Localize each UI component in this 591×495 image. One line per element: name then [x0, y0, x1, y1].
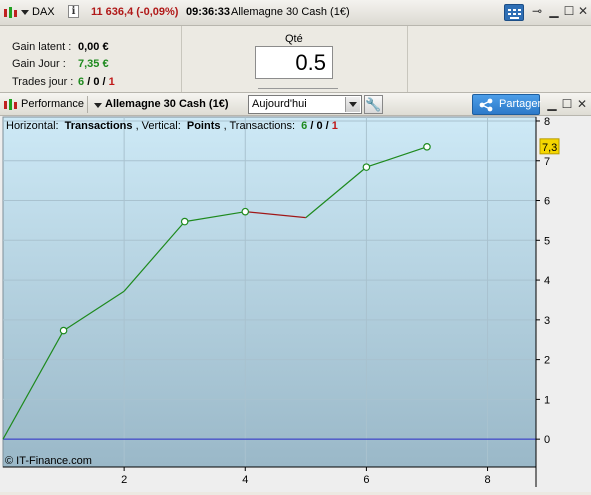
y-tick-label: 4 — [544, 275, 550, 287]
plot-area — [2, 116, 537, 468]
share-button-label: Partager — [499, 98, 542, 110]
y-tick-label: 6 — [544, 196, 550, 208]
market-selector[interactable]: Allemagne 30 Cash (1€) — [105, 98, 229, 110]
transactions-win: 6 — [301, 120, 307, 132]
data-point — [241, 207, 250, 216]
minimize-icon[interactable]: ▁ — [545, 97, 559, 111]
data-point — [59, 326, 68, 335]
performance-tab[interactable]: Performance — [21, 98, 84, 110]
gain-latent-value: 0,00 € — [78, 41, 109, 53]
share-button[interactable]: Partager — [472, 94, 542, 115]
trades-win-count: 6 — [78, 76, 85, 88]
transactions-loss: 1 — [332, 120, 338, 132]
instrument-dropdown-chevron-icon[interactable] — [21, 10, 29, 15]
wrench-icon[interactable]: 🔧 — [364, 95, 383, 114]
instrument-name[interactable]: DAX — [32, 6, 55, 18]
toolbar-divider — [87, 96, 88, 113]
vertical-value: Points — [187, 120, 221, 132]
keyboard-icon[interactable] — [504, 4, 524, 21]
maximize-icon[interactable]: ☐ — [562, 4, 576, 18]
trades-jour-counts: 6 / 0 / 1 — [78, 76, 115, 88]
trades-separator: / — [87, 76, 91, 88]
candlestick-icon[interactable] — [3, 6, 19, 20]
trades-neutral-count: 0 — [93, 76, 100, 88]
info-icon[interactable]: i — [68, 5, 79, 18]
gain-jour-label: Gain Jour : — [12, 58, 66, 70]
trades-loss-count: 1 — [108, 76, 115, 88]
horizontal-value: Transactions — [65, 120, 133, 132]
clock-time: 09:36:33 — [186, 6, 231, 18]
quantity-label: Qté — [285, 33, 303, 45]
market-dropdown-chevron-icon[interactable] — [94, 103, 102, 108]
data-point — [362, 163, 371, 171]
period-select-value: Aujourd'hui — [252, 98, 307, 110]
horizontal-label: Horizontal: — [6, 120, 59, 132]
trades-jour-label: Trades jour : — [12, 76, 74, 88]
y-tick-label: 0 — [544, 434, 550, 446]
chart-header: Horizontal: Transactions , Vertical: Poi… — [6, 120, 338, 132]
transactions-label: , Transactions: — [224, 120, 296, 132]
market-name: Allemagne 30 Cash (1€) — [231, 6, 350, 18]
transactions-neutral: 0 — [316, 120, 322, 132]
data-point — [423, 143, 431, 151]
data-point — [180, 217, 189, 226]
maximize-icon[interactable]: ☐ — [560, 97, 574, 111]
y-tick-label: 2 — [544, 355, 550, 367]
price-change: 11 636,4 (-0,09%) — [91, 6, 179, 18]
performance-chart-svg: 012345678 2468 7,3 Horizontal: Transacti… — [2, 116, 560, 487]
performance-toolbar: Performance Allemagne 30 Cash (1€) Aujou… — [0, 92, 591, 116]
share-icon — [479, 98, 493, 112]
y-tick-label: 7 — [544, 156, 550, 168]
gain-latent-label: Gain latent : — [12, 41, 72, 53]
top-title-bar: DAX i 11 636,4 (-0,09%) 09:36:33 Allemag… — [0, 0, 591, 26]
current-value-label: 7,3 — [539, 138, 560, 155]
x-tick-label: 2 — [121, 474, 127, 486]
y-tick-label: 1 — [544, 394, 550, 406]
performance-chart[interactable]: 012345678 2468 7,3 Horizontal: Transacti… — [0, 116, 591, 492]
x-tick-label: 4 — [242, 474, 248, 486]
x-tick-label: 8 — [484, 474, 490, 486]
x-axis: 2 4 6 8 — [3, 466, 536, 486]
y-tick-label: 8 — [544, 116, 550, 128]
gain-jour-value: 7,35 € — [78, 58, 109, 70]
watermark: © IT-Finance.com — [5, 455, 92, 467]
x-tick-label: 6 — [363, 474, 369, 486]
y-axis: 0 1 2 3 4 5 6 7 8 — [535, 116, 550, 487]
empty-panel — [408, 26, 591, 92]
quantity-input[interactable]: 0.5 — [255, 46, 333, 79]
vertical-label: , Vertical: — [136, 120, 181, 132]
trades-separator: / — [102, 76, 106, 88]
pin-icon[interactable]: ⊸ — [530, 4, 544, 18]
close-icon[interactable]: ✕ — [575, 97, 589, 111]
current-value-text: 7,3 — [542, 142, 557, 154]
minimize-icon[interactable]: ▁ — [547, 4, 561, 18]
stats-panel: Gain latent : 0,00 € Gain Jour : 7,35 € … — [0, 26, 182, 92]
period-select[interactable]: Aujourd'hui — [248, 95, 362, 114]
close-icon[interactable]: ✕ — [576, 4, 590, 18]
chevron-down-icon[interactable] — [345, 97, 360, 112]
y-tick-label: 3 — [544, 315, 550, 327]
y-tick-label: 5 — [544, 235, 550, 247]
candlestick-icon[interactable] — [3, 98, 19, 112]
